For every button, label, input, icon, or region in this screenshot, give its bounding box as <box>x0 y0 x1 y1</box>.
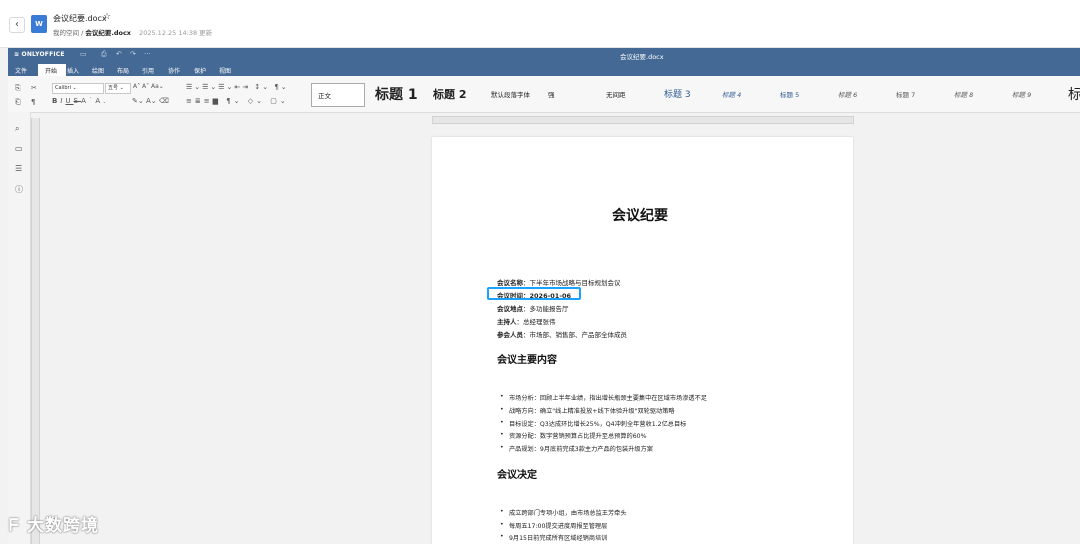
style-title[interactable]: 标 <box>1068 83 1080 107</box>
selection-highlight-box <box>487 287 581 300</box>
tab-references[interactable]: 引用 <box>142 66 154 75</box>
style-heading-6[interactable]: 标题 6 <box>838 83 857 107</box>
tab-file[interactable]: 文件 <box>15 66 27 75</box>
tab-home[interactable]: 开始 <box>38 64 66 76</box>
style-heading-3[interactable]: 标题 3 <box>664 83 691 107</box>
tab-view[interactable]: 视图 <box>219 66 231 75</box>
app-header <box>0 0 1080 48</box>
editor-titlebar: ≋ ONLYOFFICE ▭ ⎙ ↶ ↷ ··· 会议纪要.docx 开始 文件… <box>8 48 1080 76</box>
meta-meeting-location: 会议地点：多功能报告厅 <box>497 305 569 313</box>
font-size-tools[interactable]: A˄ A˅ Aa⌄ <box>133 83 164 90</box>
list-item: 资源分配：数字营销预算占比提升至总预算的60% <box>500 431 646 440</box>
style-heading-7[interactable]: 标题 7 <box>896 83 915 107</box>
copy-icon[interactable]: ⎘ <box>15 84 21 93</box>
back-button[interactable]: ‹ <box>9 17 25 33</box>
style-strong[interactable]: 强 <box>548 83 555 107</box>
section-heading-main-content: 会议主要内容 <box>497 355 557 366</box>
style-heading-4[interactable]: 标题 4 <box>722 83 741 107</box>
list-item: 市场分析：回顾上半年业绩，指出增长瓶颈主要集中在区域市场渗透不足 <box>500 393 707 402</box>
text-style-buttons[interactable]: BIUSA˙A. <box>52 97 108 105</box>
updated-timestamp: 2025.12.25 14:38 更新 <box>139 29 213 37</box>
onlyoffice-logo: ≋ ONLYOFFICE <box>14 51 65 58</box>
breadcrumb-separator: / <box>81 29 84 37</box>
style-normal[interactable]: 正文 <box>311 83 365 107</box>
vertical-ruler[interactable] <box>31 118 40 544</box>
list-item: 成立跨部门专项小组，由市场总监王芳牵头 <box>500 508 627 517</box>
star-icon[interactable]: ☆ <box>103 12 111 22</box>
tab-collaborate[interactable]: 协作 <box>168 66 180 75</box>
breadcrumb-root[interactable]: 我的空间 <box>53 29 79 37</box>
breadcrumb-file: 会议纪要.docx <box>85 29 131 37</box>
comments-icon[interactable]: ▭ <box>15 144 23 153</box>
more-icon[interactable]: ··· <box>144 50 151 58</box>
align-buttons[interactable]: ≡≣≡▆ ¶⌄ ◇⌄ ▢⌄ <box>186 97 289 105</box>
list-item: 9月15日前完成所有区域经销商培训 <box>500 533 607 542</box>
format-painter-icon[interactable]: ¶ <box>31 98 35 106</box>
word-file-icon: W <box>31 15 47 33</box>
document-title: 会议纪要 <box>612 208 668 224</box>
style-heading-8[interactable]: 标题 8 <box>954 83 973 107</box>
font-name-select[interactable]: Calibri ⌄ <box>52 83 104 94</box>
tab-insert[interactable]: 插入 <box>67 66 79 75</box>
navigation-icon[interactable]: ☰ <box>15 164 22 173</box>
font-size-select[interactable]: 五号 ⌄ <box>105 83 131 94</box>
tab-protect[interactable]: 保护 <box>194 66 206 75</box>
list-buttons[interactable]: ☰⌄☰⌄☰⌄⇤⇥ ↕⌄ ¶⌄ <box>186 83 289 91</box>
list-item: 产品规划：9月底前完成3款主力产品的包装升级方案 <box>500 444 653 453</box>
document-page[interactable] <box>432 137 853 544</box>
tab-draw[interactable]: 绘图 <box>92 66 104 75</box>
breadcrumb: 我的空间 / 会议纪要.docx 2025.12.25 14:38 更新 <box>53 27 212 37</box>
print-icon[interactable]: ⎙ <box>101 50 107 59</box>
style-default-paragraph-font[interactable]: 默认段落字体 <box>491 83 530 107</box>
horizontal-ruler[interactable] <box>432 116 854 124</box>
window-title: 会议纪要.docx <box>620 53 664 61</box>
watermark-logo: ᖴ 大数跨境 <box>9 516 99 536</box>
search-icon[interactable]: ⌕ <box>15 124 19 134</box>
tab-layout[interactable]: 布局 <box>117 66 129 75</box>
meta-meeting-name: 会议名称：下半年市场战略与目标规划会议 <box>497 279 621 287</box>
style-heading-5[interactable]: 标题 5 <box>780 83 799 107</box>
highlight-color-icon[interactable]: ✎⌄ A⌄ ⌫ <box>132 97 169 105</box>
style-no-spacing[interactable]: 无间距 <box>606 83 626 107</box>
save-icon[interactable]: ▭ <box>80 50 87 58</box>
formatting-toolbar <box>8 76 1080 113</box>
left-sidebar <box>8 112 31 544</box>
list-item: 目标设定：Q3达成环比增长25%，Q4冲刺全年营收1.2亿总目标 <box>500 419 686 428</box>
info-icon[interactable]: ⓘ <box>15 184 23 195</box>
list-item: 战略方向：确立"线上精准投放+线下体验升级"双轮驱动策略 <box>500 406 675 415</box>
undo-icon[interactable]: ↶ <box>116 50 122 58</box>
doc-title: 会议纪要.docx <box>53 14 107 23</box>
redo-icon[interactable]: ↷ <box>130 50 136 58</box>
list-item: 每周五17:00提交进度周报至管理层 <box>500 521 607 530</box>
style-heading-9[interactable]: 标题 9 <box>1012 83 1031 107</box>
meta-attendees: 参会人员：市场部、销售部、产品部全体成员 <box>497 331 627 339</box>
paste-icon[interactable]: ⎗ <box>15 98 21 107</box>
meta-host: 主持人：总经理张伟 <box>497 318 556 326</box>
style-heading-1[interactable]: 标题 1 <box>375 83 418 107</box>
cut-icon[interactable]: ✂ <box>31 84 37 92</box>
section-heading-decisions: 会议决定 <box>497 470 537 481</box>
style-heading-2[interactable]: 标题 2 <box>433 83 466 107</box>
